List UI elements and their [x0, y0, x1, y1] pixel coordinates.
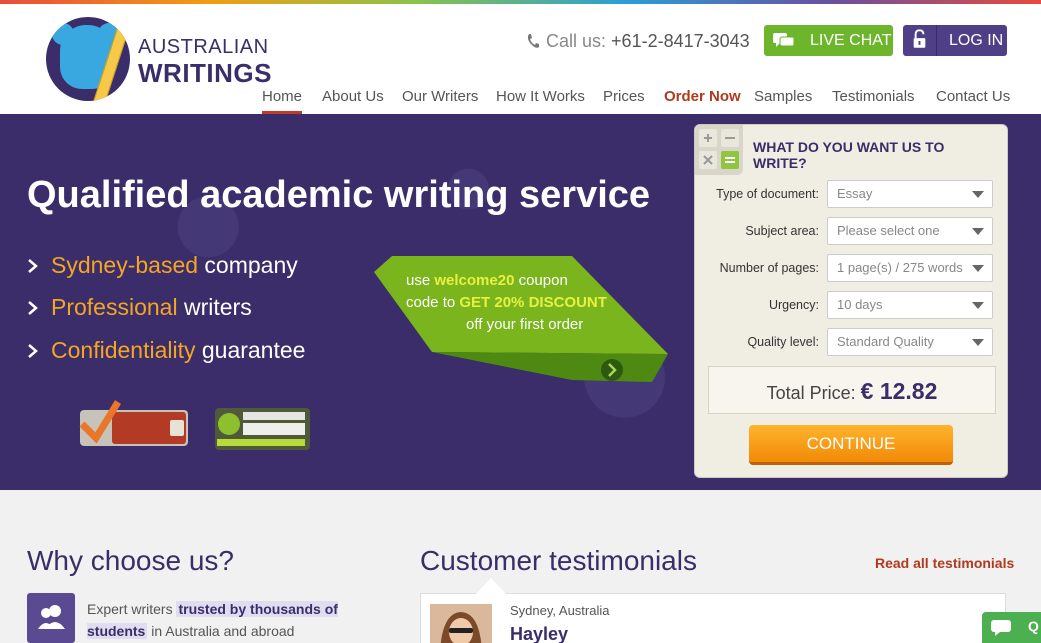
log-in-button[interactable]: LOG IN: [903, 25, 1007, 56]
live-chat-button[interactable]: LIVE CHAT: [764, 25, 893, 56]
phone-icon: [527, 34, 539, 48]
nav-testimonials[interactable]: Testimonials: [832, 88, 915, 114]
continue-button[interactable]: CONTINUE: [749, 425, 953, 465]
avatar: [430, 604, 492, 643]
hero-title: Qualified academic writing service: [27, 174, 651, 216]
chevron-down-icon: [972, 228, 984, 235]
testimonial-location: Sydney, Australia: [510, 603, 610, 618]
calc-row-subject: Subject area: Please select one: [695, 217, 1009, 245]
testimonials-title: Customer testimonials: [420, 545, 697, 576]
chevron-down-icon: [972, 302, 984, 309]
chevron-right-icon: [28, 301, 38, 315]
calc-row-urgency: Urgency: 10 days: [695, 291, 1009, 319]
total-price-label: Total Price:: [766, 383, 856, 403]
chat-bubbles-icon: [773, 33, 795, 47]
lock-icon: [913, 25, 937, 56]
logo-text-australian: AUSTRALIAN: [138, 36, 269, 58]
chevron-down-icon: [972, 265, 984, 272]
nav-prices[interactable]: Prices: [603, 88, 645, 114]
field-label: Urgency:: [768, 298, 819, 312]
nav-how-it-works[interactable]: How It Works: [496, 88, 585, 114]
hero-bullet: Sydney-based company: [27, 252, 298, 279]
testimonial-card-notch: [476, 578, 506, 594]
document-type-select[interactable]: Essay: [827, 180, 993, 208]
coupon-banner[interactable]: use welcome20 coupon code to GET 20% DIS…: [372, 254, 668, 384]
quality-level-select[interactable]: Standard Quality: [827, 328, 993, 356]
total-price: Total Price: € 12.82: [708, 366, 996, 414]
chat-widget-button[interactable]: Q: [982, 612, 1041, 643]
field-label: Type of document:: [716, 187, 819, 201]
log-in-label: LOG IN: [949, 32, 1004, 49]
field-label: Quality level:: [747, 335, 819, 349]
why-choose-us-title: Why choose us?: [27, 545, 234, 576]
call-us: Call us: +61-2-8417-3043: [526, 31, 750, 52]
users-icon: [27, 593, 75, 643]
read-all-testimonials-link[interactable]: Read all testimonials: [875, 555, 1014, 571]
coupon-text: use welcome20 coupon code to GET 20% DIS…: [406, 272, 607, 333]
rapidssl-badge-icon: [79, 400, 188, 446]
site-header: AUSTRALIAN WRITINGS Call us: +61-2-8417-…: [0, 4, 1041, 114]
koala-logo-icon: [46, 17, 130, 101]
logo-text-writings: WRITINGS: [138, 58, 272, 88]
chevron-down-icon: [972, 339, 984, 346]
hero-bullet: Confidentiality guarantee: [27, 337, 305, 364]
why-choose-us-text: Expert writers trusted by thousands of s…: [87, 601, 338, 639]
live-chat-label: LIVE CHAT: [810, 32, 892, 49]
site-logo[interactable]: AUSTRALIAN WRITINGS: [46, 12, 272, 112]
pages-select[interactable]: 1 page(s) / 275 words: [827, 254, 993, 282]
total-price-value: € 12.82: [860, 378, 938, 404]
testimonial-card: [420, 593, 1006, 643]
chevron-down-icon: [972, 191, 984, 198]
chat-widget-label: Q: [1028, 618, 1039, 634]
nav-our-writers[interactable]: Our Writers: [402, 88, 478, 114]
hero-bullet: Professional writers: [27, 294, 252, 321]
calc-row-pages: Number of pages: 1 page(s) / 275 words: [695, 254, 1009, 282]
call-us-label: Call us:: [546, 31, 607, 51]
chevron-right-icon: [28, 344, 38, 358]
nav-samples[interactable]: Samples: [754, 88, 812, 114]
nav-order-now[interactable]: Order Now: [664, 88, 741, 114]
subject-area-select[interactable]: Please select one: [827, 217, 993, 245]
calc-row-quality: Quality level: Standard Quality: [695, 328, 1009, 356]
phone-number[interactable]: +61-2-8417-3043: [611, 31, 750, 51]
chat-bubble-icon: [991, 620, 1011, 636]
testimonial-name: Hayley: [510, 624, 569, 643]
field-label: Subject area:: [745, 224, 819, 238]
nav-home[interactable]: Home: [262, 88, 303, 114]
calc-row-type: Type of document: Essay: [695, 180, 1009, 208]
calculator-title: WHAT DO YOU WANT US TO WRITE?: [753, 139, 945, 171]
nav-about-us[interactable]: About Us: [322, 88, 384, 114]
nav-contact-us[interactable]: Contact Us: [936, 88, 1010, 114]
urgency-select[interactable]: 10 days: [827, 291, 993, 319]
field-label: Number of pages:: [719, 261, 819, 275]
price-calculator: WHAT DO YOU WANT US TO WRITE? Type of do…: [694, 124, 1008, 478]
chevron-right-icon: [28, 259, 38, 273]
calculator-icon: [695, 125, 743, 175]
consumer-guard-badge-icon: [215, 408, 310, 450]
